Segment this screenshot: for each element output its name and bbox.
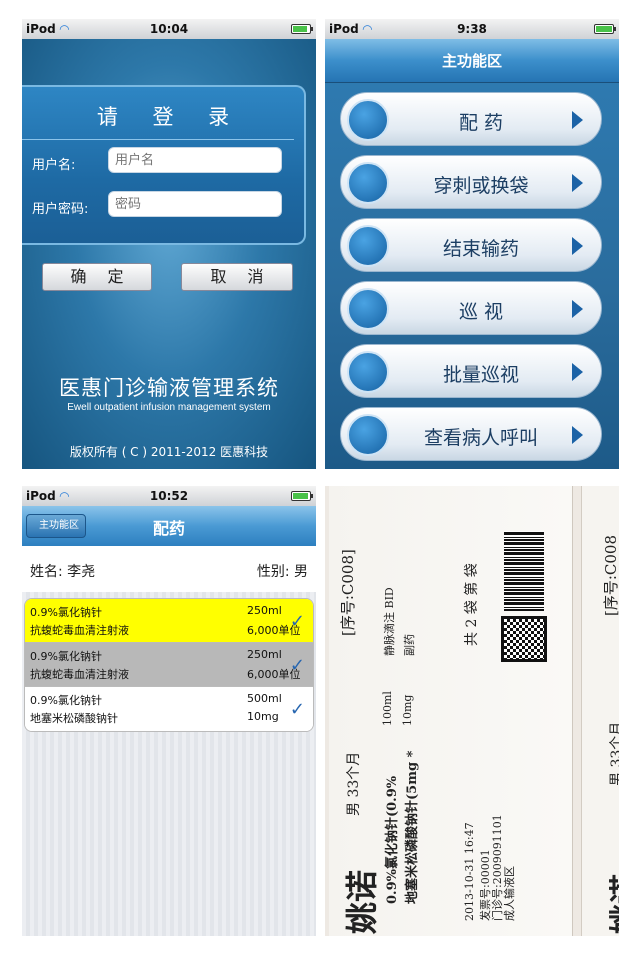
battery-level: [293, 26, 307, 32]
infusion-label-2: 姚诺 男 33个月 [序号:C008: [581, 486, 619, 936]
cancel-button[interactable]: 取 消: [181, 263, 293, 291]
nav-bar: 主功能区 配药: [22, 506, 316, 546]
chevron-right-icon: [572, 174, 583, 192]
login-title: 请 登 录: [96, 105, 244, 129]
datetime: 2013-10-31 16:47: [463, 822, 476, 921]
patient-name: 姚诺: [343, 869, 381, 934]
sex-age: 男 33个月: [346, 751, 362, 816]
battery-icon: [291, 24, 313, 34]
menu-item-label: 结束输药: [442, 238, 519, 260]
nav-title: 主功能区: [325, 39, 619, 83]
sequence-number: [序号:C008]: [339, 549, 357, 636]
drug-name: 0.9%氯化钠针: [30, 606, 102, 619]
patient-info: 姓名: 李尧 性别: 男: [22, 546, 316, 592]
drug-note: 副药: [403, 634, 416, 656]
menu-item-dispense[interactable]: 配 药: [340, 92, 602, 146]
infusion-label: 姚诺 男 33个月 [序号:C008] 0.9%氯化钠针(0.9% 100ml …: [329, 486, 573, 936]
login-screen: iPod◠ 10:04 请 登 录 用户名: 用户密码: 确 定 取 消 医惠门…: [22, 19, 316, 469]
password-input[interactable]: [108, 191, 282, 217]
status-bar: iPod ◠ 10:52: [22, 486, 316, 506]
system-subtitle: Ewell outpatient infusion management sys…: [67, 402, 271, 413]
patient-sex: 性别: 男: [256, 564, 308, 580]
bag-count: 共 2 袋 第 袋: [464, 563, 480, 646]
menu-item-patrol[interactable]: 巡 视: [340, 281, 602, 335]
clock: 10:52: [149, 489, 189, 503]
drug-amount: 500ml: [247, 692, 282, 705]
patient-name: 姓名: 李尧: [30, 564, 96, 580]
menu-item-label: 巡 视: [458, 301, 504, 323]
system-title: 医惠门诊输液管理系统: [59, 376, 279, 400]
clock: 10:04: [149, 22, 189, 36]
drug-dose: 10mg: [401, 694, 414, 726]
prescription-list: 0.9%氯化钠针 抗蝮蛇毒血清注射液 250ml 6,000单位 ✓ 0.9%氯…: [24, 598, 314, 732]
barcode: [504, 531, 544, 611]
drug-amount: 10mg: [247, 710, 279, 723]
chevron-right-icon: [572, 363, 583, 381]
chevron-right-icon: [572, 426, 583, 444]
status-bar: iPod ◠ 9:38: [325, 19, 619, 39]
confirm-button[interactable]: 确 定: [42, 263, 152, 291]
drug-line: 地塞米松磷酸钠针(5mg *: [405, 750, 420, 904]
menu-item-label: 查看病人呼叫: [423, 427, 538, 449]
call-icon: [347, 414, 389, 456]
battery-icon: [291, 491, 313, 501]
menu-item-end-infusion[interactable]: 结束输药: [340, 218, 602, 272]
nav-title: 配药: [152, 519, 185, 538]
sequence-number: [序号:C008: [602, 534, 619, 616]
battery-level: [293, 493, 308, 499]
username-label: 用户名:: [32, 158, 76, 173]
chevron-right-icon: [572, 300, 583, 318]
clock: 9:38: [457, 22, 487, 36]
copyright: 版权所有 ( C ) 2011-2012 医惠科技: [69, 445, 269, 459]
drug-amount: 250ml: [247, 648, 282, 661]
login-panel: 请 登 录 用户名: 用户密码:: [22, 85, 306, 245]
status-bar: iPod ◠ 10:04: [22, 19, 316, 39]
eye-icon: [347, 288, 389, 330]
chevron-right-icon: [572, 237, 583, 255]
battery-level: [596, 26, 612, 32]
drug-volume: 100ml: [381, 691, 394, 726]
drug-name: 地塞米松磷酸钠针: [30, 712, 118, 725]
bottle-icon: [347, 99, 389, 141]
chevron-right-icon: [572, 111, 583, 129]
eye-icon: [347, 351, 389, 393]
patient-name: 姚诺: [608, 874, 619, 934]
drug-name: 抗蝮蛇毒血清注射液: [30, 624, 129, 637]
drug-name: 0.9%氯化钠针: [30, 650, 102, 663]
label-photo: 姚诺 男 33个月 [序号:C008] 0.9%氯化钠针(0.9% 100ml …: [325, 486, 619, 936]
drug-amount: 250ml: [247, 604, 282, 617]
divider: [22, 139, 294, 140]
checkmark-icon: ✓: [289, 655, 305, 676]
username-input[interactable]: [108, 147, 282, 173]
menu-item-puncture[interactable]: 穿刺或换袋: [340, 155, 602, 209]
menu-item-label: 批量巡视: [442, 364, 519, 386]
battery-icon: [594, 24, 616, 34]
menu-item-batch-patrol[interactable]: 批量巡视: [340, 344, 602, 398]
end-infusion-icon: [347, 225, 389, 267]
sex-age: 男 33个月: [609, 721, 619, 786]
drug-name: 抗蝮蛇毒血清注射液: [30, 668, 129, 681]
qr-code: [501, 616, 547, 662]
area: 成人输液区: [503, 866, 516, 921]
drops-icon: [347, 162, 389, 204]
drug-line: 0.9%氯化钠针(0.9%: [385, 775, 400, 904]
prescription-row[interactable]: 0.9%氯化钠针 抗蝮蛇毒血清注射液 250ml 6,000单位 ✓: [25, 643, 313, 687]
checkmark-icon: ✓: [289, 611, 305, 632]
menu-item-label: 穿刺或换袋: [433, 175, 529, 197]
password-label: 用户密码:: [32, 202, 89, 217]
drug-route: 静脉滴注 BID: [383, 587, 396, 656]
menu-screen: iPod ◠ 9:38 主功能区 配 药 穿刺或换袋 结束输药 巡 视 批量巡视 …: [325, 19, 619, 469]
prescription-row[interactable]: 0.9%氯化钠针 抗蝮蛇毒血清注射液 250ml 6,000单位 ✓: [25, 599, 313, 643]
dose-screen: iPod ◠ 10:52 主功能区 配药 姓名: 李尧 性别: 男 0.9%氯化钠…: [22, 486, 316, 936]
prescription-row[interactable]: 0.9%氯化钠针 地塞米松磷酸钠针 500ml 10mg ✓: [25, 687, 313, 731]
menu-item-label: 配 药: [458, 112, 504, 134]
checkmark-icon: ✓: [289, 699, 305, 720]
menu-item-patient-call[interactable]: 查看病人呼叫: [340, 407, 602, 461]
drug-name: 0.9%氯化钠针: [30, 694, 102, 707]
